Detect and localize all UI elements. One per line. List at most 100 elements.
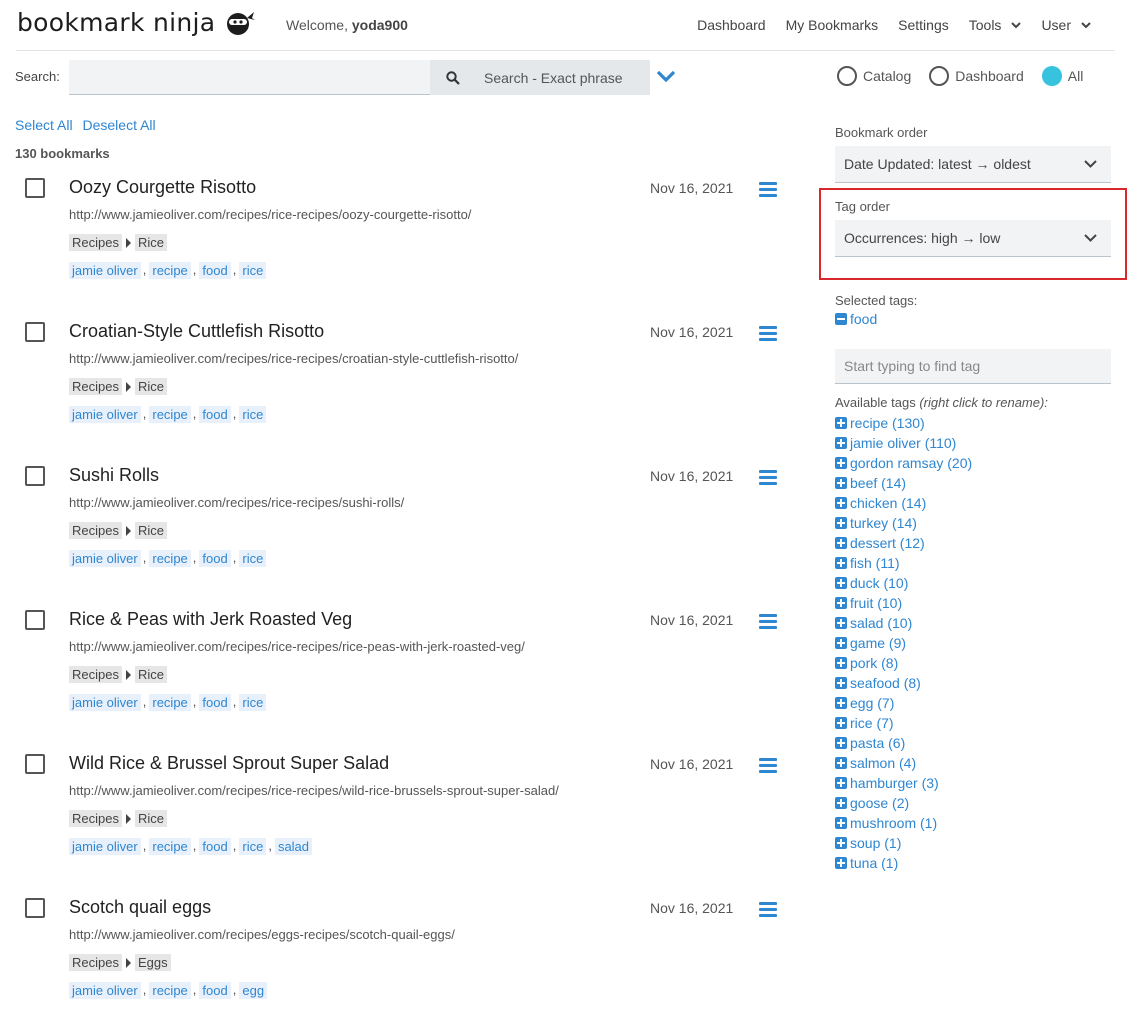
bookmark-checkbox[interactable] — [25, 754, 45, 774]
scope-catalog-radio[interactable]: Catalog — [837, 66, 911, 86]
available-tag[interactable]: soup (1) — [835, 833, 972, 853]
available-tag[interactable]: dessert (12) — [835, 533, 972, 553]
available-tag[interactable]: salad (10) — [835, 613, 972, 633]
bookmark-url[interactable]: http://www.jamieoliver.com/recipes/rice-… — [69, 207, 471, 222]
hamburger-menu-icon[interactable] — [759, 470, 777, 485]
search-options-chevron-icon[interactable] — [656, 68, 676, 86]
bookmark-url[interactable]: http://www.jamieoliver.com/recipes/rice-… — [69, 783, 559, 798]
category-crumb[interactable]: Recipes — [69, 522, 122, 539]
nav-dashboard[interactable]: Dashboard — [697, 17, 766, 33]
bookmark-title[interactable]: Oozy Courgette Risotto — [69, 177, 256, 198]
tag-search-input[interactable] — [835, 349, 1111, 384]
bookmark-tag[interactable]: jamie oliver — [69, 406, 141, 423]
bookmark-tag[interactable]: food — [199, 406, 231, 423]
search-button[interactable]: Search - Exact phrase — [430, 60, 650, 95]
category-crumb[interactable]: Recipes — [69, 378, 122, 395]
available-tag[interactable]: fruit (10) — [835, 593, 972, 613]
bookmark-url[interactable]: http://www.jamieoliver.com/recipes/rice-… — [69, 351, 518, 366]
bookmark-checkbox[interactable] — [25, 610, 45, 630]
bookmark-tag[interactable]: food — [199, 262, 231, 279]
available-tag[interactable]: beef (14) — [835, 473, 972, 493]
bookmark-tag[interactable]: food — [199, 550, 231, 567]
bookmark-tag[interactable]: recipe — [149, 262, 191, 279]
select-all-link[interactable]: Select All — [15, 117, 73, 133]
scope-dashboard-radio[interactable]: Dashboard — [929, 66, 1024, 86]
available-tag[interactable]: mushroom (1) — [835, 813, 972, 833]
category-crumb[interactable]: Rice — [134, 234, 167, 251]
bookmark-tag[interactable]: food — [199, 838, 231, 855]
bookmark-tag[interactable]: jamie oliver — [69, 838, 141, 855]
hamburger-menu-icon[interactable] — [759, 182, 777, 197]
bookmark-title[interactable]: Sushi Rolls — [69, 465, 159, 486]
available-tag[interactable]: seafood (8) — [835, 673, 972, 693]
bookmark-checkbox[interactable] — [25, 898, 45, 918]
bookmark-tag[interactable]: food — [199, 694, 231, 711]
bookmark-tag[interactable]: food — [199, 982, 231, 999]
category-crumb[interactable]: Rice — [134, 810, 167, 827]
hamburger-menu-icon[interactable] — [759, 758, 777, 773]
category-crumb[interactable]: Rice — [134, 666, 167, 683]
bookmark-tag[interactable]: recipe — [149, 550, 191, 567]
hamburger-menu-icon[interactable] — [759, 326, 777, 341]
available-tag[interactable]: chicken (14) — [835, 493, 972, 513]
bookmark-tag[interactable]: rice — [239, 838, 267, 855]
category-crumb[interactable]: Rice — [134, 378, 167, 395]
nav-tools[interactable]: Tools — [969, 17, 1022, 33]
category-crumb[interactable]: Recipes — [69, 234, 122, 251]
bookmark-checkbox[interactable] — [25, 466, 45, 486]
bookmark-checkbox[interactable] — [25, 178, 45, 198]
selected-tag-food[interactable]: food — [835, 311, 877, 327]
bookmark-tag[interactable]: recipe — [149, 694, 191, 711]
tag-order-select[interactable]: Occurrences: high → low — [835, 220, 1111, 257]
category-crumb[interactable]: Recipes — [69, 954, 122, 971]
bookmark-title[interactable]: Rice & Peas with Jerk Roasted Veg — [69, 609, 352, 630]
deselect-all-link[interactable]: Deselect All — [82, 117, 155, 133]
bookmark-tag[interactable]: recipe — [149, 838, 191, 855]
available-tag[interactable]: jamie oliver (110) — [835, 433, 972, 453]
search-input[interactable] — [69, 60, 430, 95]
bookmark-tag[interactable]: jamie oliver — [69, 694, 141, 711]
available-tag[interactable]: salmon (4) — [835, 753, 972, 773]
bookmark-title[interactable]: Croatian-Style Cuttlefish Risotto — [69, 321, 324, 342]
scope-all-radio[interactable]: All — [1041, 66, 1083, 86]
bookmark-tag[interactable]: egg — [239, 982, 268, 999]
bookmark-tag[interactable]: jamie oliver — [69, 262, 141, 279]
available-tag[interactable]: duck (10) — [835, 573, 972, 593]
available-tag[interactable]: recipe (130) — [835, 413, 972, 433]
category-crumb[interactable]: Recipes — [69, 810, 122, 827]
logo[interactable]: bookmark ninja — [17, 6, 256, 38]
bookmark-title[interactable]: Wild Rice & Brussel Sprout Super Salad — [69, 753, 389, 774]
category-crumb[interactable]: Recipes — [69, 666, 122, 683]
nav-my-bookmarks[interactable]: My Bookmarks — [786, 17, 879, 33]
available-tag[interactable]: goose (2) — [835, 793, 972, 813]
available-tag[interactable]: fish (11) — [835, 553, 972, 573]
available-tag[interactable]: pork (8) — [835, 653, 972, 673]
bookmark-url[interactable]: http://www.jamieoliver.com/recipes/rice-… — [69, 639, 525, 654]
bookmark-tag[interactable]: recipe — [149, 406, 191, 423]
available-tag[interactable]: game (9) — [835, 633, 972, 653]
bookmark-tag[interactable]: rice — [239, 406, 267, 423]
available-tag[interactable]: turkey (14) — [835, 513, 972, 533]
nav-settings[interactable]: Settings — [898, 17, 949, 33]
available-tag[interactable]: tuna (1) — [835, 853, 972, 873]
bookmark-checkbox[interactable] — [25, 322, 45, 342]
bookmark-tag[interactable]: jamie oliver — [69, 982, 141, 999]
bookmark-url[interactable]: http://www.jamieoliver.com/recipes/rice-… — [69, 495, 404, 510]
nav-user[interactable]: User — [1041, 17, 1091, 33]
available-tag[interactable]: egg (7) — [835, 693, 972, 713]
bookmark-tag[interactable]: jamie oliver — [69, 550, 141, 567]
available-tag[interactable]: hamburger (3) — [835, 773, 972, 793]
bookmark-tag[interactable]: recipe — [149, 982, 191, 999]
available-tag[interactable]: gordon ramsay (20) — [835, 453, 972, 473]
bookmark-order-select[interactable]: Date Updated: latest → oldest — [835, 146, 1111, 183]
bookmark-title[interactable]: Scotch quail eggs — [69, 897, 211, 918]
bookmark-url[interactable]: http://www.jamieoliver.com/recipes/eggs-… — [69, 927, 455, 942]
available-tag[interactable]: pasta (6) — [835, 733, 972, 753]
bookmark-tag[interactable]: rice — [239, 550, 267, 567]
category-crumb[interactable]: Eggs — [134, 954, 171, 971]
category-crumb[interactable]: Rice — [134, 522, 167, 539]
available-tag[interactable]: rice (7) — [835, 713, 972, 733]
hamburger-menu-icon[interactable] — [759, 614, 777, 629]
hamburger-menu-icon[interactable] — [759, 902, 777, 917]
bookmark-tag[interactable]: rice — [239, 694, 267, 711]
